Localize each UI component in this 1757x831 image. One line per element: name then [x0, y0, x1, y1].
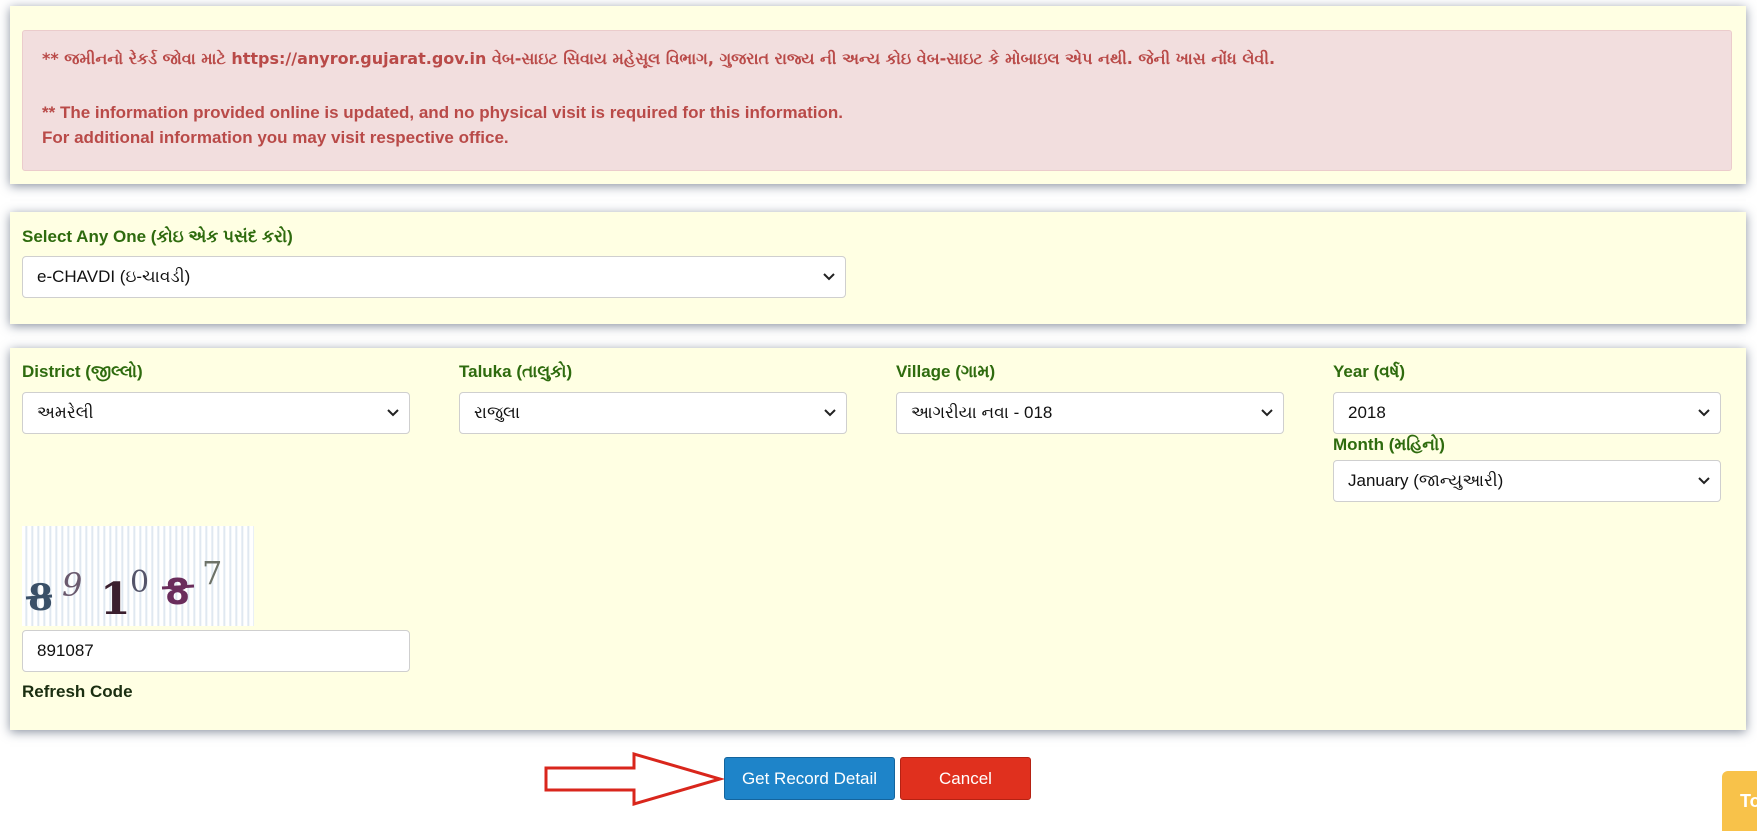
record-type-label: Select Any One (કોઇ એક પસંદ કરો): [22, 227, 293, 246]
captcha-digit: 7: [202, 554, 222, 592]
alert-english-text-1: ** The information provided online is up…: [42, 103, 843, 122]
captcha-image: 8 9 1 0 8 7: [22, 526, 254, 626]
month-select[interactable]: January (જાન્યુઆરી): [1333, 460, 1721, 502]
year-label: Year (વર્ષ): [1333, 362, 1406, 381]
chevron-down-icon: [1698, 477, 1710, 485]
notice-panel: ** જમીનનો રેકર્ડ જોવા માટે https://anyro…: [10, 6, 1746, 184]
search-form-panel: District (જીલ્લો) અમરેલી Taluka (તાલુકો)…: [10, 348, 1746, 730]
captcha-digit: 8: [165, 572, 190, 613]
district-value: અમરેલી: [37, 403, 94, 422]
alert-english-text-2: For additional information you may visit…: [42, 128, 509, 147]
record-type-panel: Select Any One (કોઇ એક પસંદ કરો) e-CHAVD…: [10, 212, 1746, 324]
alert-gujarati-text: ** જમીનનો રેકર્ડ જોવા માટે https://anyro…: [42, 49, 1276, 68]
taluka-label: Taluka (તાલુકો): [459, 362, 573, 381]
year-value: 2018: [1348, 403, 1386, 422]
captcha-digit: 1: [100, 574, 131, 625]
captcha-input[interactable]: 891087: [22, 630, 410, 672]
month-value: January (જાન્યુઆરી): [1348, 471, 1504, 490]
record-type-value: e-CHAVDI (ઇ-ચાવડી): [37, 267, 191, 286]
village-label: Village (ગામ): [896, 362, 996, 381]
chevron-down-icon: [387, 409, 399, 417]
captcha-digit: 9: [62, 566, 82, 604]
chevron-down-icon: [823, 273, 835, 281]
taluka-value: રાજુલા: [474, 403, 521, 422]
cancel-button[interactable]: Cancel: [900, 757, 1031, 800]
info-alert: ** જમીનનો રેકર્ડ જોવા માટે https://anyro…: [22, 30, 1732, 171]
village-select[interactable]: આગરીયા નવા - 018: [896, 392, 1284, 434]
district-select[interactable]: અમરેલી: [22, 392, 410, 434]
back-to-top-label: To: [1740, 791, 1757, 811]
back-to-top-button[interactable]: To: [1722, 771, 1757, 831]
month-label: Month (મહિનો): [1333, 435, 1445, 454]
chevron-down-icon: [824, 409, 836, 417]
year-select[interactable]: 2018: [1333, 392, 1721, 434]
refresh-code-link[interactable]: Refresh Code: [22, 682, 133, 702]
get-record-detail-button[interactable]: Get Record Detail: [724, 757, 895, 800]
captcha-digit: 0: [130, 565, 149, 600]
arrow-right-icon: [544, 752, 724, 806]
record-type-select[interactable]: e-CHAVDI (ઇ-ચાવડી): [22, 256, 846, 298]
village-value: આગરીયા નવા - 018: [911, 403, 1053, 422]
chevron-down-icon: [1261, 409, 1273, 417]
chevron-down-icon: [1698, 409, 1710, 417]
district-label: District (જીલ્લો): [22, 362, 143, 381]
taluka-select[interactable]: રાજુલા: [459, 392, 847, 434]
